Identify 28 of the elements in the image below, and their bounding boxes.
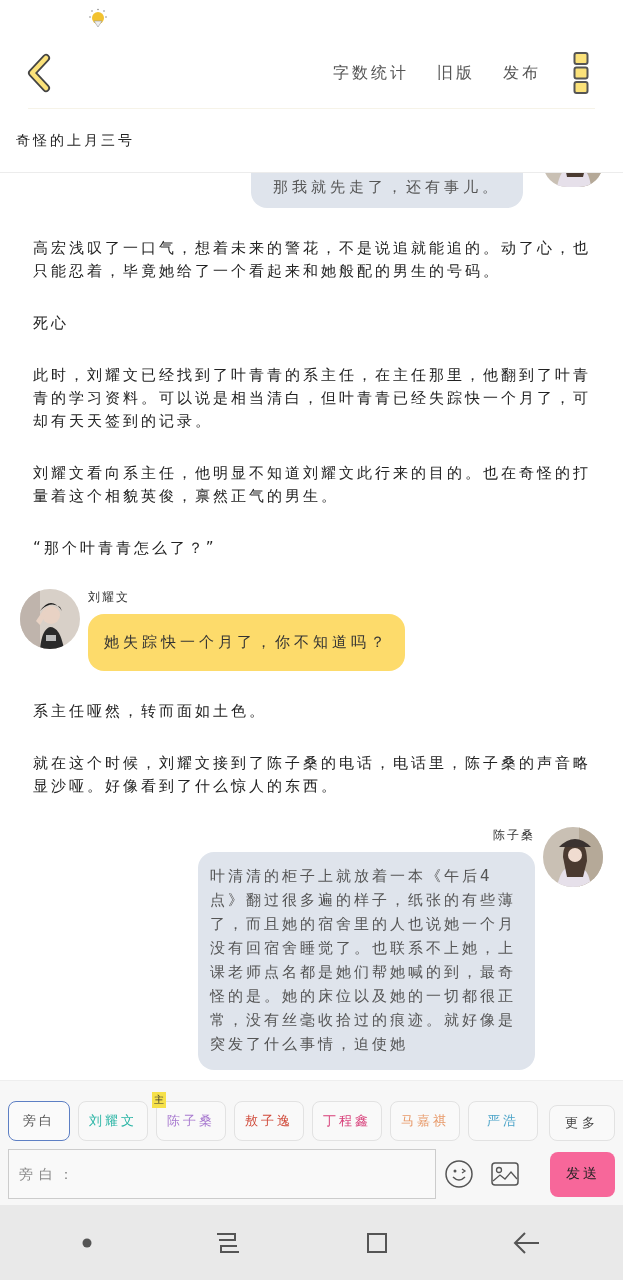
role-chip[interactable]: 敖子逸 <box>234 1101 304 1141</box>
story-paragraph: 就在这个时候，刘耀文接到了陈子桑的电话，电话里，陈子桑的声音略显沙哑。好像看到了什么惊人的东西。 <box>33 753 592 797</box>
menu-icon[interactable] <box>573 51 589 95</box>
send-button[interactable]: 发送 <box>550 1151 615 1197</box>
speaker-name: 陈子桑 <box>493 827 535 844</box>
dot-icon[interactable] <box>81 1237 92 1248</box>
input-field[interactable]: 旁白： <box>8 1149 436 1199</box>
story-paragraph: 刘耀文看向系主任，他明显不知道刘耀文此行来的目的。也在奇怪的打量着这个相貌英俊，禀然正气的男生。 <box>33 463 592 507</box>
toolbar-link[interactable]: 旧版 <box>435 58 477 88</box>
role-chip[interactable]: 旁白 <box>8 1101 70 1141</box>
story-paragraph: 此时，刘耀文已经找到了叶青青的系主任，在主任那里，他翻到了叶青青的学习资料。可以说是相当清白，但叶青青已经失踪快一个月了，可却有天天签到的记录。 <box>33 365 592 432</box>
message-bubble: 叶清清的柜子上就放着一本《午后4点》翻过很多遍的样子，纸张的有些薄了，而且她的宿舍里的人也说她一个月没有回宿舍睡觉了。也联系不上她，上课老师点名都是她们帮她喊的到，最奇怪的是。她的床位以及她的一切都很正常，没有丝毫收拾过的痕迹。就好像是突发了什么事情，迫使她 <box>198 852 535 1070</box>
image-icon[interactable] <box>490 1159 520 1189</box>
emoji-icon[interactable] <box>444 1159 474 1189</box>
back-icon[interactable] <box>513 1229 542 1256</box>
toolbar-link[interactable]: 字数统计 <box>331 58 411 88</box>
more-button[interactable]: 更多 <box>549 1105 615 1141</box>
message-bubble: 那我就先走了，还有事儿。 <box>251 173 523 208</box>
story-paragraph: 系主任哑然，转而面如土色。 <box>33 701 268 722</box>
story-paragraph: 高宏浅叹了一口气，想着未来的警花，不是说追就能追的。动了心，也只能忍着，毕竟她给了一个看起来和她般配的男生的号码。 <box>33 238 592 282</box>
badge: 主 <box>152 1092 166 1108</box>
toolbar-link[interactable]: 发布 <box>501 58 543 88</box>
story-paragraph: “那个叶青青怎么了？” <box>33 538 218 559</box>
message-bubble: 她失踪快一个月了，你不知道吗？ <box>88 614 405 671</box>
speaker-name: 刘耀文 <box>88 589 131 606</box>
role-chip[interactable]: 丁程鑫 <box>312 1101 382 1141</box>
story-paragraph: 死心 <box>33 313 70 334</box>
lightbulb-icon <box>88 8 108 28</box>
